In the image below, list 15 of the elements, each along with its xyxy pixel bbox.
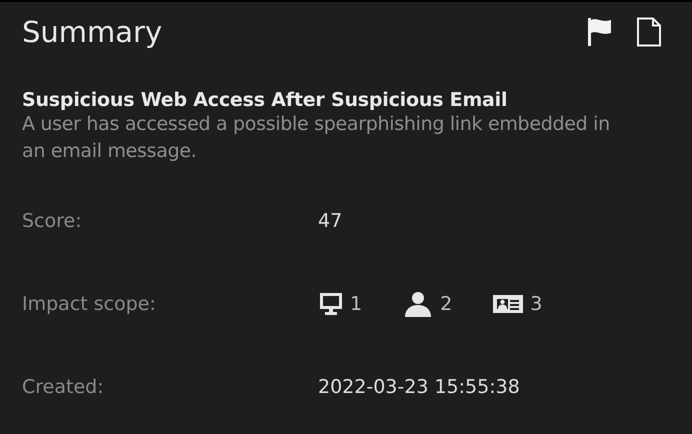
alert-name: Suspicious Web Access After Suspicious Email [22, 89, 508, 111]
panel-title: Summary [22, 15, 162, 49]
scope-count: 2 [440, 293, 452, 315]
id-card-icon [492, 293, 524, 315]
flag-icon[interactable] [586, 17, 614, 47]
field-label: Created: [22, 376, 105, 398]
scope-count: 3 [530, 293, 542, 315]
monitor-icon [318, 291, 344, 317]
field-value: 2022-03-23 15:55:38 [318, 376, 520, 398]
field-label: Impact scope: [22, 293, 157, 315]
field-value: 47 [318, 210, 342, 232]
scope-count: 1 [350, 293, 362, 315]
document-icon[interactable] [636, 17, 662, 47]
alert-description: A user has accessed a possible spearphishing link embedded in an email message. [22, 112, 611, 164]
field-label: Score: [22, 210, 83, 232]
